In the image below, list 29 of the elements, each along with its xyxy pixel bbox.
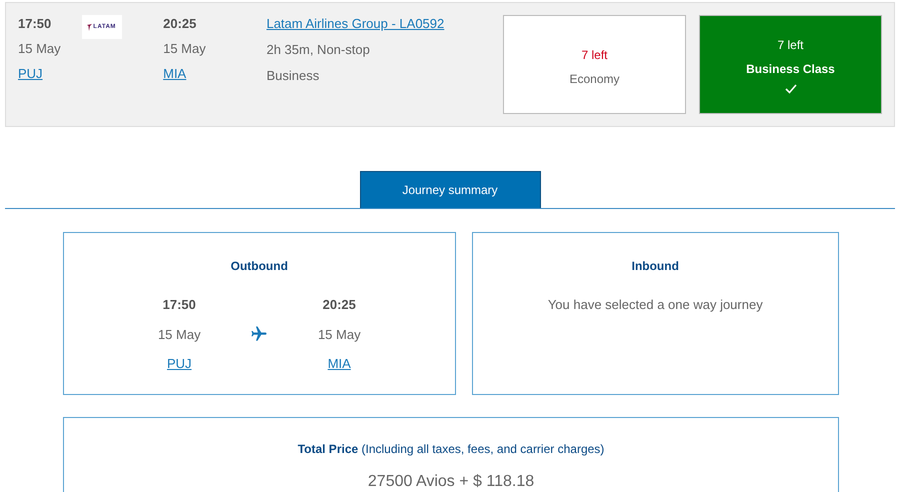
one-way-message: You have selected a one way journey — [546, 296, 764, 314]
price-amount: 27500 Avios + $ 118.18 — [366, 472, 536, 492]
time-text: 20:25 — [322, 296, 357, 314]
fare-name: Economy — [569, 70, 620, 88]
journey-summary-tab[interactable]: Journey summary — [360, 171, 540, 208]
cabin-text: Business — [266, 67, 320, 84]
fare-option[interactable]: 7 left Business Class — [699, 15, 882, 114]
card-title: Outbound — [230, 258, 289, 275]
date-text: 15 May — [316, 326, 362, 344]
date-text: 15 May — [163, 40, 207, 57]
card-title: Inbound — [630, 258, 680, 275]
date-text: 15 May — [18, 40, 62, 57]
carrier-link[interactable]: Latam Airlines Group - LA0592 — [266, 15, 444, 32]
time-text: 17:50 — [18, 15, 52, 32]
seats-left-text: 7 left — [777, 36, 804, 54]
fare-option[interactable]: 7 left Economy — [503, 15, 686, 114]
airport-link[interactable]: MIA — [163, 65, 186, 82]
seats-left-text: 7 left — [581, 46, 608, 64]
time-text: 20:25 — [163, 15, 198, 32]
airport-link[interactable]: MIA — [328, 356, 351, 371]
fare-name: Business Class — [746, 60, 835, 78]
total-price-label: Total Price (Including all taxes, fees, and carrier charges) — [296, 441, 606, 458]
time-text: 17:50 — [162, 296, 197, 314]
duration-text: 2h 35m, Non-stop — [266, 41, 371, 58]
airport-link[interactable]: PUJ — [166, 356, 192, 371]
airplane-icon — [250, 325, 268, 344]
date-text: 15 May — [156, 326, 202, 344]
check-icon — [784, 84, 796, 94]
airport-link[interactable]: PUJ — [18, 65, 43, 82]
